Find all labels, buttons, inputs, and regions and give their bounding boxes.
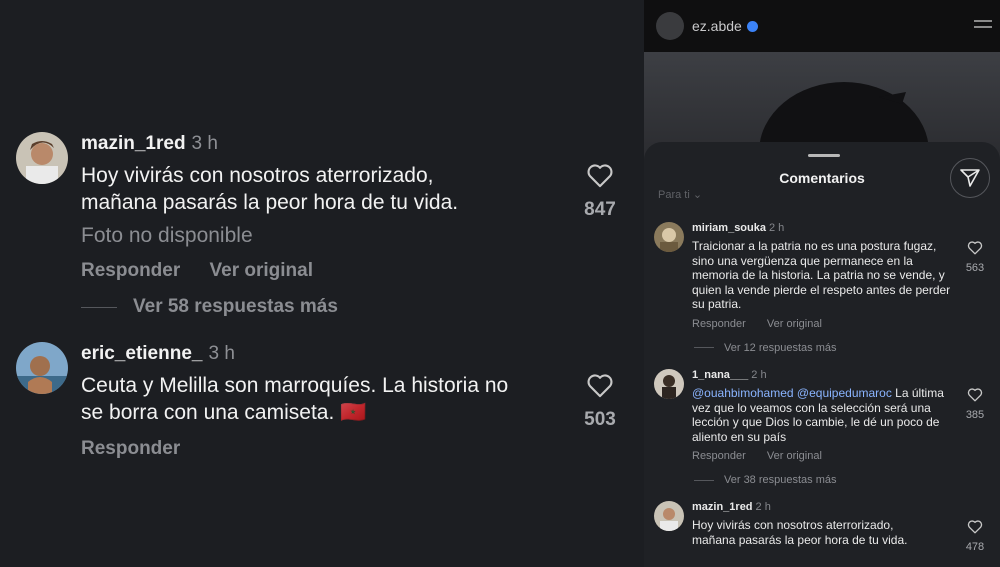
reply-button[interactable]: Responder [692,318,746,330]
like-button[interactable]: 478 [960,519,990,553]
comment-username[interactable]: eric_etienne_ [81,343,202,364]
comment-username[interactable]: mazin_1red [81,133,186,154]
divider [694,347,714,348]
see-original-button[interactable]: Ver original [767,450,822,462]
comments-sheet: Comentarios Para ti ⌄ miriam_souka 2 h Tr… [644,142,1000,567]
comment-text-line: se borra con una camiseta. 🇲🇦 [81,401,367,424]
divider [81,306,117,308]
like-button[interactable]: 385 [960,387,990,421]
see-original-button[interactable]: Ver original [767,318,822,330]
reply-button[interactable]: Responder [81,260,180,281]
comment-time: 2 h [751,369,767,381]
comment-text-line: Hoy vivirás con nosotros aterrorizado, [81,164,434,187]
avatar[interactable] [16,342,68,394]
like-count: 478 [965,541,985,553]
avatar[interactable] [16,132,68,184]
like-count: 503 [584,409,616,430]
comment-text-line: Ceuta y Melilla son marroquíes. La histo… [81,374,509,397]
comment-text: Traicionar a la patria no es una postura… [692,239,951,311]
reply-button[interactable]: Responder [81,438,180,459]
like-button[interactable]: 563 [960,240,990,274]
like-count: 847 [584,199,616,220]
avatar[interactable] [654,501,684,531]
heart-icon [967,241,983,255]
like-count: 385 [965,409,985,421]
account-avatar[interactable] [656,12,684,40]
mention-link[interactable]: @equipedumaroc [797,386,892,400]
comment-text-line: Hoy vivirás con nosotros aterrorizado, [692,518,894,532]
mention-link[interactable]: @ouahbimohamed [692,386,794,400]
send-icon [960,169,980,187]
like-button[interactable]: 847 [582,162,618,221]
heart-icon [587,164,613,188]
view-more-replies-label: Ver 58 respuestas más [133,296,338,317]
sheet-title: Comentarios [779,170,865,186]
avatar[interactable] [654,369,684,399]
comment-time: 3 h [208,343,235,364]
comment-text: Hoy vivirás con nosotros aterrorizado, m… [81,162,568,216]
comment-time: 2 h [768,222,785,234]
comment-text: @ouahbimohamed @equipedumaroc La última … [692,386,954,444]
heart-icon [967,520,983,534]
photo-unavailable-label: Foto no disponible [81,224,253,247]
filter-label: Para ti [658,189,690,201]
comment-text-line: mañana pasarás la peor hora de tu vida. [692,532,908,547]
divider [694,479,714,481]
like-count: 563 [965,262,985,274]
comment-text: Ceuta y Melilla son marroquíes. La histo… [81,372,568,426]
view-more-replies-button[interactable]: Ver 12 respuestas más [692,342,954,354]
heart-icon [587,374,613,398]
view-more-replies-button[interactable]: Ver 58 respuestas más [81,296,568,318]
view-more-replies-label: Ver 38 respuestas más [724,474,837,486]
comment-text: Hoy vivirás con nosotros aterrorizado, m… [692,518,954,547]
chevron-down-icon: ⌄ [692,189,703,201]
view-more-replies-button[interactable]: Ver 38 respuestas más [692,474,954,486]
reply-button[interactable]: Responder [692,450,746,462]
post-header: ez.abde [644,0,1000,52]
heart-icon [967,388,983,402]
comment-username[interactable]: mazin_1red [692,501,753,513]
account-name[interactable]: ez.abde [692,18,742,34]
comment-username[interactable]: 1_nana___ [692,369,748,381]
comments-filter[interactable]: Para ti ⌄ [658,188,702,201]
comment-time: 3 h [191,133,218,154]
hamburger-icon[interactable] [974,20,992,32]
like-button[interactable]: 503 [582,372,618,431]
drag-handle[interactable] [808,154,840,157]
phone-screenshot: ez.abde Comentarios Para ti ⌄ miriam_sou… [644,0,1000,567]
zoomed-comments-panel: mazin_1red 3 h Hoy vivirás con nosotros a… [0,0,644,567]
comment-time: 2 h [755,501,771,513]
avatar[interactable] [654,222,684,252]
share-button[interactable] [950,158,990,198]
verified-badge-icon [746,20,758,32]
see-original-button[interactable]: Ver original [210,260,313,281]
view-more-replies-label: Ver 12 respuestas más [724,341,837,354]
comment-username[interactable]: miriam_souka [692,222,766,234]
comment-text-line: mañana pasarás la peor hora de tu vida. [81,191,459,214]
